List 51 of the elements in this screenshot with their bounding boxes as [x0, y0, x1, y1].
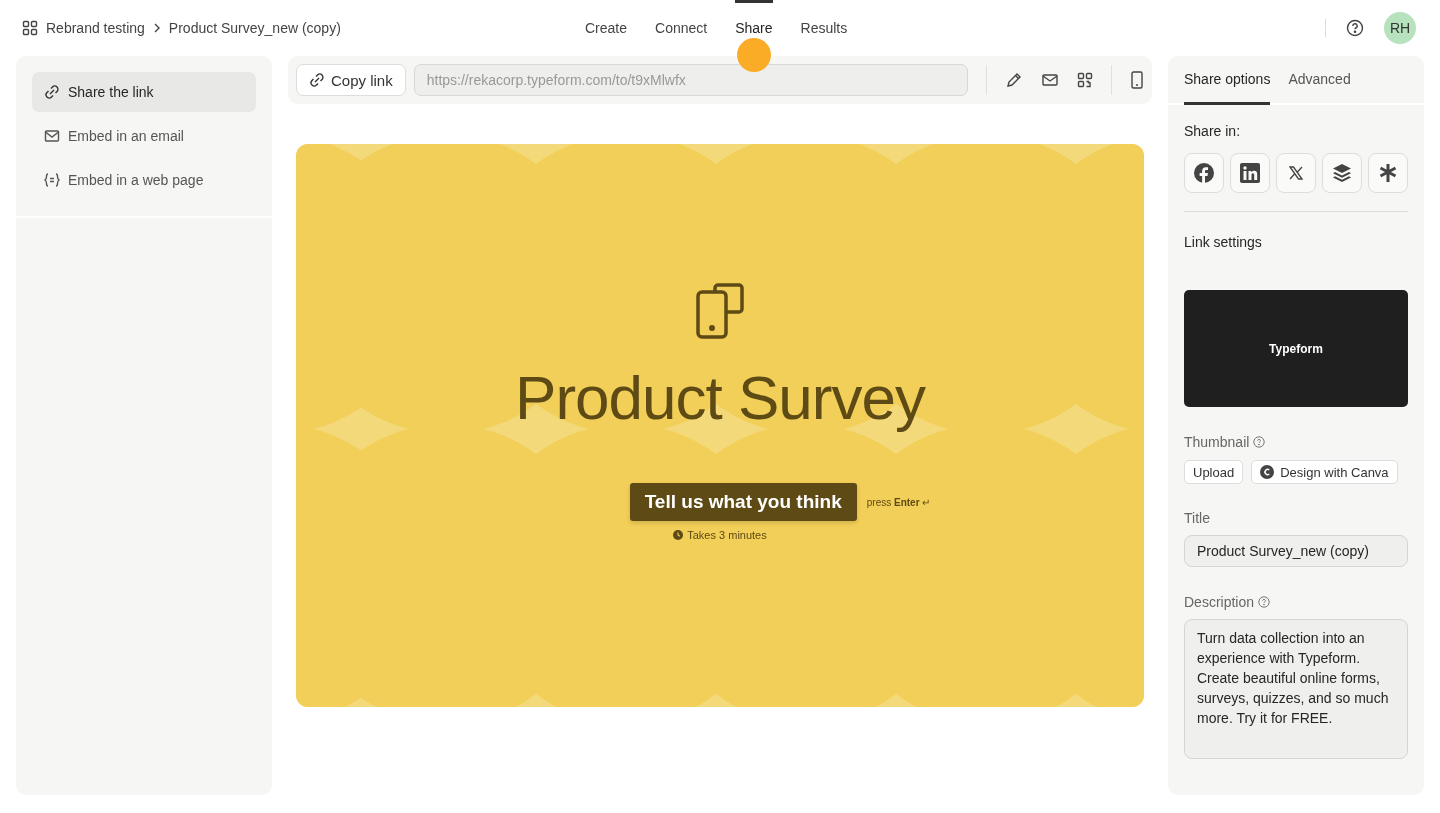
thumbnail-title: Typeform — [1269, 341, 1323, 356]
mail-icon[interactable] — [1041, 71, 1059, 89]
copy-link-button[interactable]: Copy link — [296, 64, 406, 96]
user-avatar[interactable]: RH — [1384, 12, 1416, 44]
linktree-share-button[interactable] — [1368, 153, 1408, 193]
upload-button[interactable]: Upload — [1184, 460, 1244, 484]
panel-tab[interactable]: Share options — [1184, 56, 1271, 105]
sidebar-item[interactable]: Embed in a web page — [32, 160, 256, 200]
buffer-share-button[interactable] — [1322, 153, 1362, 193]
link-icon — [309, 72, 325, 88]
clock-icon — [673, 530, 684, 540]
asterisk-icon — [1378, 163, 1398, 183]
facebook-icon — [1194, 163, 1214, 183]
mobile-icon[interactable] — [1130, 71, 1144, 89]
nav-tab[interactable]: Create — [585, 0, 628, 37]
description-field[interactable]: Turn data collection into an experience with Typeform. Create beautiful online forms, surveys, quizzes, and so much more. Try it for FREE. — [1184, 619, 1408, 759]
section-label: Link settings — [1184, 234, 1263, 250]
link-icon — [44, 84, 60, 100]
sidebar-item[interactable]: Share the link — [32, 72, 256, 112]
field-label: Title — [1184, 510, 1211, 526]
facebook-share-button[interactable] — [1184, 153, 1224, 193]
stack-icon — [1332, 163, 1352, 183]
chevron-right-icon — [152, 23, 161, 33]
x-share-button[interactable] — [1276, 153, 1316, 193]
canva-icon — [1260, 465, 1275, 479]
panel-tab[interactable]: Advanced — [1288, 56, 1351, 105]
sidebar-item[interactable]: Embed in an email — [32, 116, 256, 156]
keyboard-hint: press Enter ↵ — [866, 496, 931, 508]
code-icon — [44, 172, 60, 188]
grid-icon[interactable] — [22, 20, 38, 36]
section-label: Share in: — [1184, 123, 1242, 139]
duration-text: Takes 3 minutes — [687, 529, 767, 541]
device-icon — [695, 282, 745, 340]
survey-title: Product Survey — [515, 362, 925, 433]
start-button[interactable]: Tell us what you think — [629, 483, 857, 521]
nav-tab[interactable]: Results — [800, 0, 848, 37]
canva-button[interactable]: Design with Canva — [1251, 460, 1398, 484]
qr-code-icon[interactable] — [1077, 72, 1093, 88]
form-name: Product Survey_new (copy) — [168, 20, 341, 36]
mail-icon — [44, 128, 60, 144]
help-icon[interactable] — [1346, 19, 1364, 37]
linkedin-share-button[interactable] — [1230, 153, 1270, 193]
pencil-icon[interactable] — [1005, 71, 1023, 89]
x-logo-icon — [1289, 166, 1303, 180]
nav-tab[interactable]: Connect — [655, 0, 708, 37]
title-field[interactable]: Product Survey_new (copy) — [1184, 535, 1408, 567]
field-label: Description — [1184, 594, 1255, 610]
nav-tab[interactable]: Share — [735, 0, 773, 37]
linkedin-icon — [1240, 163, 1260, 183]
field-label: Thumbnail — [1184, 434, 1250, 450]
breadcrumb-link[interactable]: Rebrand testing — [46, 20, 145, 36]
